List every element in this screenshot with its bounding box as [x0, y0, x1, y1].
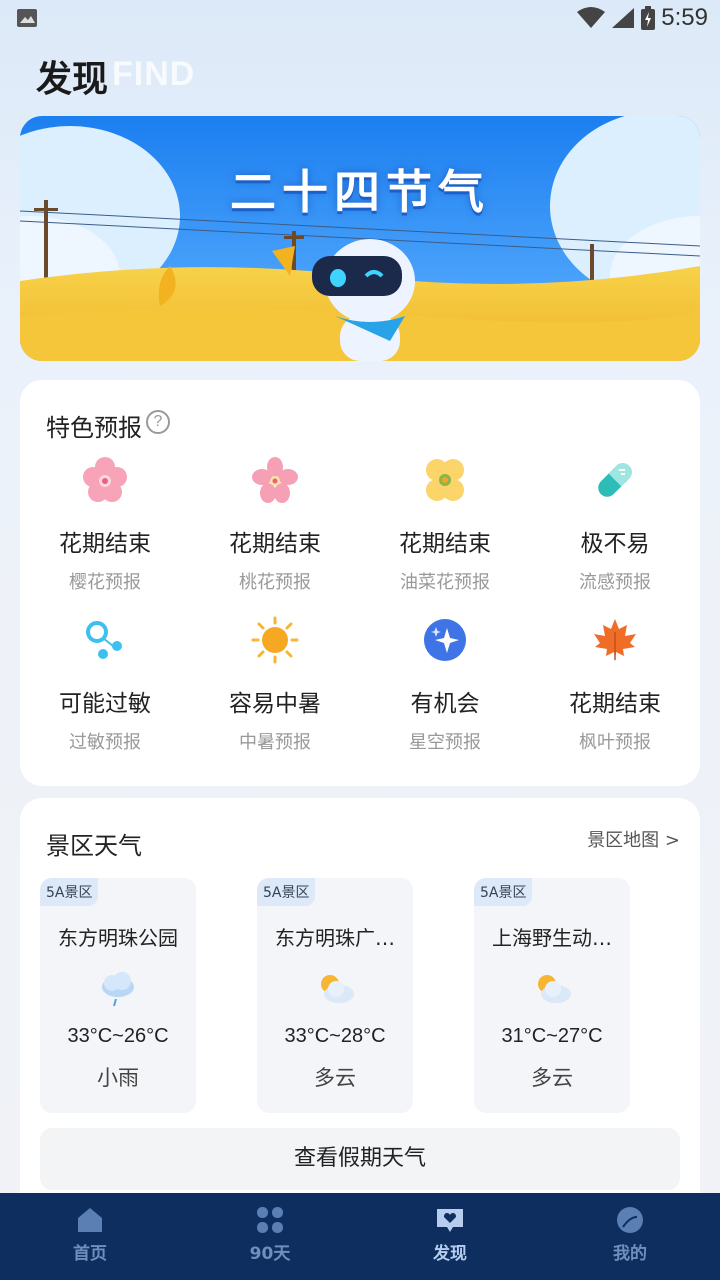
forecast-item-rapeseed[interactable]: 花期结束 油菜花预报 — [360, 450, 530, 610]
forecast-label: 中暑预报 — [239, 732, 311, 753]
light-rain-icon — [102, 972, 134, 1007]
forecast-value: 花期结束 — [229, 531, 321, 557]
forecast-item-heatstroke[interactable]: 容易中暑 中暑预报 — [190, 610, 360, 770]
forecast-label: 过敏预报 — [69, 732, 141, 753]
signal-icon — [612, 8, 635, 28]
forecast-value: 可能过敏 — [59, 691, 151, 717]
holiday-weather-button[interactable]: 查看假期天气 — [40, 1128, 680, 1190]
capsule-icon — [598, 463, 632, 497]
battery-icon — [641, 6, 656, 30]
image-notification-icon — [17, 9, 37, 27]
wifi-icon — [577, 7, 606, 28]
temperature-range: 33°C~26°C — [67, 1025, 169, 1047]
bottom-nav: 首页 90天 发现 我的 — [0, 1193, 720, 1280]
nav-item-profile[interactable]: 我的 — [540, 1193, 720, 1280]
scenic-weather-card: 景区天气 景区地图 > 5A景区 东方明珠公园 33°C~26°C 小雨 5A景… — [20, 798, 700, 1218]
weather-condition: 多云 — [531, 1066, 573, 1090]
forecast-label: 星空预报 — [409, 732, 481, 753]
nav-label: 我的 — [613, 1244, 647, 1264]
forecast-label: 樱花预报 — [69, 572, 141, 593]
nav-item-home[interactable]: 首页 — [0, 1193, 180, 1280]
page-title: 发现 — [36, 59, 109, 100]
nav-label: 发现 — [433, 1244, 467, 1264]
status-bar: 5:59 — [0, 0, 720, 36]
help-icon[interactable]: ? — [146, 410, 170, 434]
nav-label: 首页 — [73, 1244, 107, 1264]
solar-terms-banner[interactable]: 二十四节气 — [20, 116, 700, 361]
forecast-label: 流感预报 — [579, 572, 651, 593]
sun-icon — [251, 616, 299, 664]
discover-icon — [437, 1209, 463, 1232]
rating-badge: 5A景区 — [474, 878, 533, 906]
scenic-name: 上海野生动… — [492, 926, 612, 950]
grid-icon — [257, 1207, 283, 1233]
scenic-name: 东方明珠广… — [275, 926, 395, 950]
forecast-item-cherry[interactable]: 花期结束 樱花预报 — [20, 450, 190, 610]
forecast-value: 花期结束 — [569, 691, 661, 717]
home-icon — [78, 1208, 102, 1232]
clock: 5:59 — [661, 4, 708, 31]
rating-badge: 5A景区 — [257, 878, 316, 906]
rapeseed-flower-icon — [426, 459, 464, 501]
nav-label: 90天 — [249, 1244, 291, 1264]
forecast-value: 容易中暑 — [229, 691, 321, 717]
maple-leaf-icon — [594, 619, 636, 662]
banner-illustration — [20, 116, 700, 361]
scenic-spot-card[interactable]: 5A景区 东方明珠广… 33°C~28°C 多云 — [257, 878, 413, 1113]
scenic-spot-card[interactable]: 5A景区 东方明珠公园 33°C~26°C 小雨 — [40, 878, 196, 1113]
forecast-item-allergy[interactable]: 可能过敏 过敏预报 — [20, 610, 190, 770]
section-title: 景区天气 — [46, 832, 142, 860]
weather-condition: 小雨 — [97, 1066, 139, 1090]
scenic-list: 5A景区 东方明珠公园 33°C~26°C 小雨 5A景区 东方明珠广… 33°… — [40, 878, 680, 1113]
forecast-value: 极不易 — [580, 531, 650, 557]
forecast-grid: 花期结束 樱花预报 花期结束 桃花预报 花期结束 油菜花预报 极不易 流感预报 … — [20, 450, 700, 770]
featured-forecasts-card: 特色预报 ? 花期结束 樱花预报 花期结束 桃花预报 花期结束 油菜花预报 极不… — [20, 380, 700, 786]
nav-item-discover[interactable]: 发现 — [360, 1193, 540, 1280]
forecast-item-peach[interactable]: 花期结束 桃花预报 — [190, 450, 360, 610]
banner-title: 二十四节气 — [230, 165, 490, 219]
forecast-value: 花期结束 — [399, 531, 491, 557]
forecast-label: 油菜花预报 — [400, 572, 490, 593]
scenic-map-link[interactable]: 景区地图 > — [587, 826, 680, 852]
stars-icon — [424, 619, 466, 661]
profile-icon — [617, 1207, 643, 1233]
forecast-item-maple[interactable]: 花期结束 枫叶预报 — [530, 610, 700, 770]
forecast-item-starry-sky[interactable]: 有机会 星空预报 — [360, 610, 530, 770]
peach-blossom-icon — [252, 457, 298, 503]
nav-item-90days[interactable]: 90天 — [180, 1193, 360, 1280]
cherry-blossom-icon — [83, 457, 127, 502]
forecast-value: 有机会 — [410, 691, 480, 717]
section-title: 特色预报 — [46, 414, 142, 442]
forecast-item-flu[interactable]: 极不易 流感预报 — [530, 450, 700, 610]
forecast-label: 桃花预报 — [239, 572, 311, 593]
page-title-en: FIND — [112, 55, 196, 93]
forecast-label: 枫叶预报 — [579, 732, 651, 753]
partly-cloudy-icon — [538, 975, 571, 1003]
weather-condition: 多云 — [314, 1066, 356, 1090]
scenic-spot-card[interactable]: 5A景区 上海野生动… 31°C~27°C 多云 — [474, 878, 630, 1113]
scenic-name: 东方明珠公园 — [58, 926, 178, 950]
temperature-range: 31°C~27°C — [501, 1025, 603, 1047]
pollen-icon — [86, 621, 122, 659]
rating-badge: 5A景区 — [40, 878, 99, 906]
partly-cloudy-icon — [321, 975, 354, 1003]
temperature-range: 33°C~28°C — [284, 1025, 386, 1047]
forecast-value: 花期结束 — [59, 531, 151, 557]
